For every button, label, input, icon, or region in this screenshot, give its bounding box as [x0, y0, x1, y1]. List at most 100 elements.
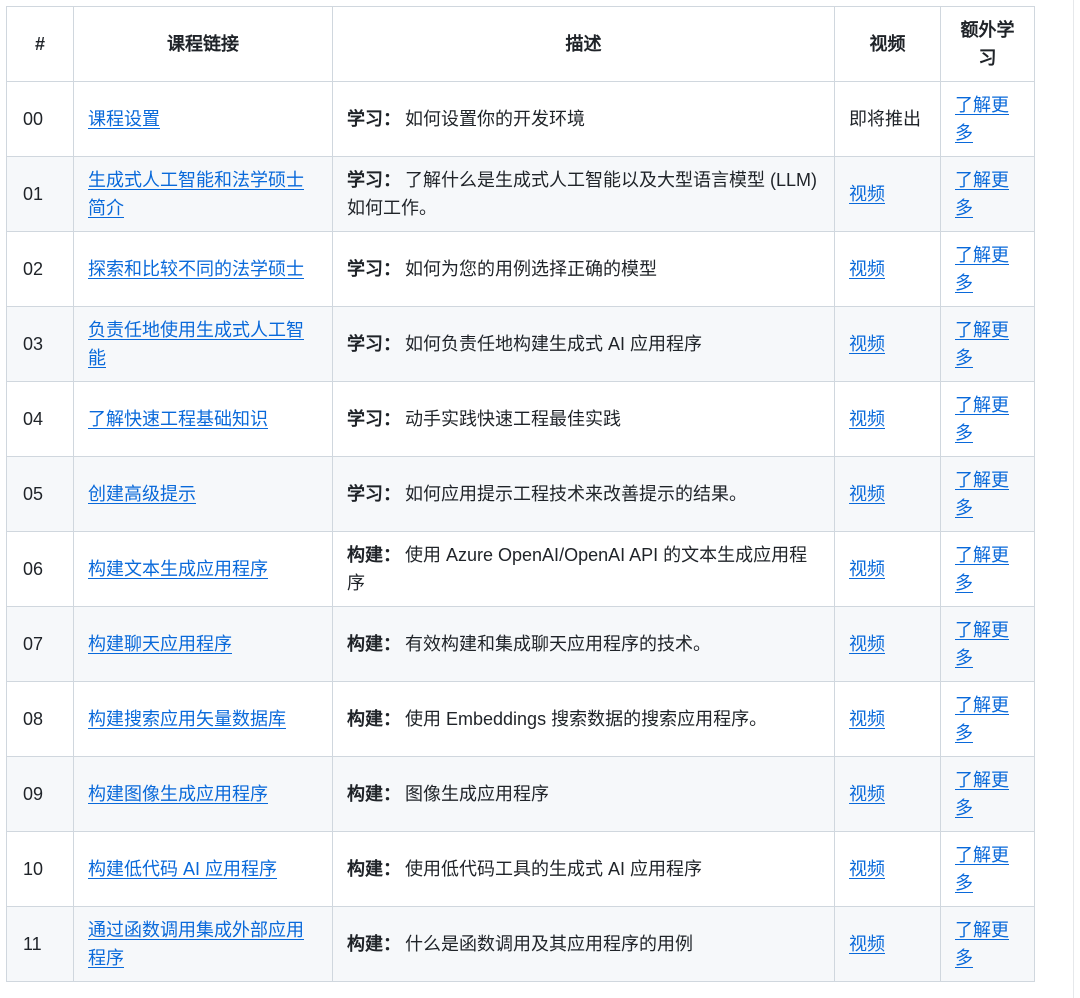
course-link-cell: 课程设置 [73, 81, 333, 157]
video-link[interactable]: 视频 [849, 784, 885, 804]
row-number: 05 [6, 456, 74, 532]
row-number: 01 [6, 156, 74, 232]
course-link[interactable]: 了解快速工程基础知识 [88, 409, 268, 429]
description-text: 如何应用提示工程技术来改善提示的结果。 [405, 484, 747, 504]
description-text: 什么是函数调用及其应用程序的用例 [405, 934, 693, 954]
extra-learning-cell: 了解更多 [940, 381, 1035, 457]
table-row: 07 构建聊天应用程序 构建： 有效构建和集成聊天应用程序的技术。 视频 了解更多 [6, 606, 1035, 682]
extra-learning-cell: 了解更多 [940, 531, 1035, 607]
description-kind: 构建： [347, 709, 401, 729]
row-number: 09 [6, 756, 74, 832]
video-link[interactable]: 视频 [849, 559, 885, 579]
row-number: 08 [6, 681, 74, 757]
course-link-cell: 构建低代码 AI 应用程序 [73, 831, 333, 907]
course-link[interactable]: 构建文本生成应用程序 [88, 559, 268, 579]
course-table-container: # 课程链接 描述 视频 额外学习 00 课程设置 学习： 如何设置你的开发环境 即将推… [6, 6, 1035, 982]
extra-learning-cell: 了解更多 [940, 156, 1035, 232]
learn-more-link[interactable]: 了解更多 [955, 320, 1009, 368]
extra-learning-cell: 了解更多 [940, 756, 1035, 832]
table-row: 10 构建低代码 AI 应用程序 构建： 使用低代码工具的生成式 AI 应用程序 视频了… [6, 831, 1035, 907]
video-link[interactable]: 视频 [849, 934, 885, 954]
learn-more-link[interactable]: 了解更多 [955, 170, 1009, 218]
video-cell: 视频 [834, 156, 941, 232]
table-row: 04 了解快速工程基础知识 学习： 动手实践快速工程最佳实践 视频 了解更多 [6, 381, 1035, 457]
description-cell: 构建： 图像生成应用程序 [332, 756, 835, 832]
course-link[interactable]: 构建聊天应用程序 [88, 634, 232, 654]
description-kind: 构建： [347, 545, 401, 565]
learn-more-link[interactable]: 了解更多 [955, 470, 1009, 518]
video-link[interactable]: 视频 [849, 334, 885, 354]
description-text: 使用 Embeddings 搜索数据的搜索应用程序。 [405, 709, 768, 729]
description-text: 使用低代码工具的生成式 AI 应用程序 [405, 859, 703, 879]
course-link-cell: 通过函数调用集成外部应用程序 [73, 906, 333, 982]
course-table: # 课程链接 描述 视频 额外学习 00 课程设置 学习： 如何设置你的开发环境 即将推… [6, 6, 1035, 982]
table-row: 06 构建文本生成应用程序 构建： 使用 Azure OpenAI/OpenAI AP… [6, 531, 1035, 607]
description-kind: 学习： [347, 334, 401, 354]
description-cell: 学习： 如何负责任地构建生成式 AI 应用程序 [332, 306, 835, 382]
description-kind: 构建： [347, 634, 401, 654]
description-cell: 学习： 如何应用提示工程技术来改善提示的结果。 [332, 456, 835, 532]
description-kind: 学习： [347, 109, 401, 129]
video-cell: 视频 [834, 531, 941, 607]
table-row: 11 通过函数调用集成外部应用程序 构建： 什么是函数调用及其应用程序的用例 视频 了解更… [6, 906, 1035, 982]
course-link-cell: 了解快速工程基础知识 [73, 381, 333, 457]
learn-more-link[interactable]: 了解更多 [955, 245, 1009, 293]
learn-more-link[interactable]: 了解更多 [955, 770, 1009, 818]
course-link[interactable]: 负责任地使用生成式人工智能 [88, 320, 304, 368]
course-link[interactable]: 构建图像生成应用程序 [88, 784, 268, 804]
video-cell: 视频 [834, 906, 941, 982]
description-kind: 学习： [347, 259, 401, 279]
course-link[interactable]: 构建搜索应用矢量数据库 [88, 709, 286, 729]
video-link[interactable]: 视频 [849, 409, 885, 429]
video-cell: 视频 [834, 756, 941, 832]
learn-more-link[interactable]: 了解更多 [955, 920, 1009, 968]
page-divider [1073, 0, 1074, 998]
course-link-cell: 构建文本生成应用程序 [73, 531, 333, 607]
video-link[interactable]: 视频 [849, 184, 885, 204]
video-link[interactable]: 视频 [849, 859, 885, 879]
course-link[interactable]: 课程设置 [88, 109, 160, 129]
course-link-cell: 构建图像生成应用程序 [73, 756, 333, 832]
row-number: 03 [6, 306, 74, 382]
video-link[interactable]: 视频 [849, 634, 885, 654]
course-link-cell: 生成式人工智能和法学硕士简介 [73, 156, 333, 232]
course-link-cell: 构建搜索应用矢量数据库 [73, 681, 333, 757]
video-link[interactable]: 视频 [849, 259, 885, 279]
course-link[interactable]: 生成式人工智能和法学硕士简介 [88, 170, 304, 218]
row-number: 11 [6, 906, 74, 982]
learn-more-link[interactable]: 了解更多 [955, 695, 1009, 743]
video-coming-soon: 即将推出 [849, 109, 921, 129]
table-row: 08 构建搜索应用矢量数据库 构建： 使用 Embeddings 搜索数据的搜索应用程… [6, 681, 1035, 757]
learn-more-link[interactable]: 了解更多 [955, 845, 1009, 893]
row-number: 02 [6, 231, 74, 307]
learn-more-link[interactable]: 了解更多 [955, 620, 1009, 668]
table-row: 03 负责任地使用生成式人工智能 学习： 如何负责任地构建生成式 AI 应用程序 视频 了… [6, 306, 1035, 382]
description-cell: 构建： 什么是函数调用及其应用程序的用例 [332, 906, 835, 982]
header-num: # [6, 6, 74, 82]
video-cell: 视频 [834, 381, 941, 457]
extra-learning-cell: 了解更多 [940, 831, 1035, 907]
video-cell: 视频 [834, 306, 941, 382]
video-cell: 视频 [834, 456, 941, 532]
course-link[interactable]: 通过函数调用集成外部应用程序 [88, 920, 304, 968]
extra-learning-cell: 了解更多 [940, 906, 1035, 982]
video-link[interactable]: 视频 [849, 484, 885, 504]
description-cell: 构建： 使用 Azure OpenAI/OpenAI API 的文本生成应用程序 [332, 531, 835, 607]
description-text: 图像生成应用程序 [405, 784, 549, 804]
learn-more-link[interactable]: 了解更多 [955, 95, 1009, 143]
description-kind: 构建： [347, 934, 401, 954]
description-kind: 构建： [347, 859, 401, 879]
extra-learning-cell: 了解更多 [940, 681, 1035, 757]
description-kind: 学习： [347, 409, 401, 429]
course-link-cell: 负责任地使用生成式人工智能 [73, 306, 333, 382]
description-kind: 学习： [347, 484, 401, 504]
description-cell: 学习： 了解什么是生成式人工智能以及大型语言模型 (LLM) 如何工作。 [332, 156, 835, 232]
course-link[interactable]: 创建高级提示 [88, 484, 196, 504]
video-link[interactable]: 视频 [849, 709, 885, 729]
course-link[interactable]: 构建低代码 AI 应用程序 [88, 859, 277, 879]
description-cell: 构建： 使用 Embeddings 搜索数据的搜索应用程序。 [332, 681, 835, 757]
learn-more-link[interactable]: 了解更多 [955, 395, 1009, 443]
learn-more-link[interactable]: 了解更多 [955, 545, 1009, 593]
row-number: 04 [6, 381, 74, 457]
course-link[interactable]: 探索和比较不同的法学硕士 [88, 259, 304, 279]
